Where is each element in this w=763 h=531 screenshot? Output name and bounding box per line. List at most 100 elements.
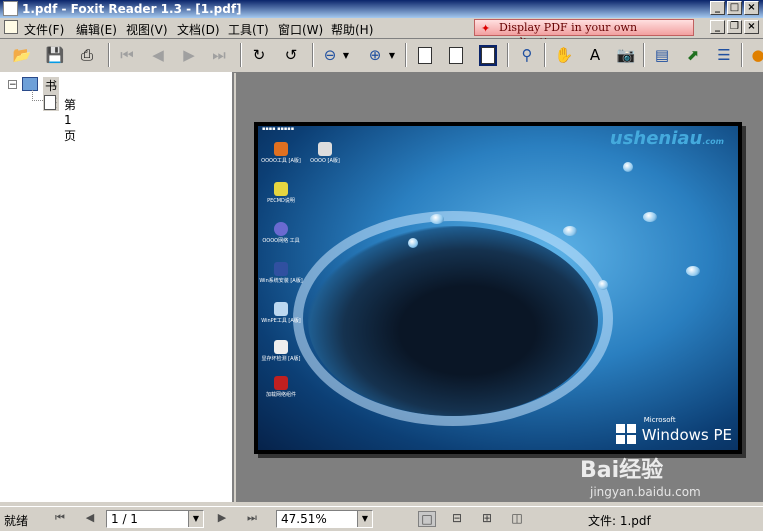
os-brand-label: Windows PE [641,426,732,444]
continuous-facing-layout-icon[interactable]: ◫ [508,511,526,527]
watermark-brand: Bai经验 [580,458,664,483]
water-drop [563,226,577,236]
toolbar: 📂 💾 ⎙ ⏮ ◀ ▶ ⏭ ↻ ↺ ⊖ ▼ ⊕ ▼ ⚲ ✋ A 📷 ▤ ⬈ ☰ … [0,39,763,73]
toolbar-separator [741,43,743,67]
desktop-icon: 加载网络组件 [258,376,304,398]
desktop-icon: OOOO工具 [A版] [258,142,304,164]
document-viewer[interactable]: ▪▪▪▪ ▪▪▪▪▪ usheniau.com OOOO工具 [A版] OOOO… [236,72,763,502]
pdf-page[interactable]: ▪▪▪▪ ▪▪▪▪▪ usheniau.com OOOO工具 [A版] OOOO… [254,122,742,454]
open-folder-icon[interactable]: 📂 [10,44,34,66]
toolbar-separator [312,43,314,67]
bookmark-item-label: 第 1 页 [64,98,77,143]
desktop-icon: OOOO [A版] [302,142,348,164]
last-page-icon[interactable]: ⏭ [207,44,231,66]
next-page-icon[interactable]: ▶ [177,44,201,66]
toolbar-separator [108,43,110,67]
fit-page-icon[interactable] [444,44,468,66]
desktop-corner-text: ▪▪▪▪ ▪▪▪▪▪ [262,126,295,132]
zoom-value: 47.51% [281,512,327,526]
print-icon[interactable]: ⎙ [75,44,99,66]
zoom-field[interactable]: 47.51% ▼ [276,510,373,528]
status-next-page-icon[interactable]: ▶ [212,511,232,527]
toolbar-separator [507,43,509,67]
document-icon[interactable] [4,20,18,34]
sun-icon[interactable]: ● [746,44,763,66]
windows-flag-icon [615,424,636,444]
water-drop [408,238,418,248]
bookmarks-panel: − 书签 第 1 页 [0,72,234,502]
close-button[interactable]: × [744,1,759,15]
page-number-value: 1 / 1 [111,512,138,526]
doc-restore-button[interactable]: ❐ [727,20,742,34]
desktop-screenshot: ▪▪▪▪ ▪▪▪▪▪ usheniau.com OOOO工具 [A版] OOOO… [258,126,738,450]
status-first-page-icon[interactable]: ⏮ [50,511,70,527]
desktop-icon: Win系统安装 [A版] [258,262,304,284]
fullscreen-icon[interactable]: ⬈ [681,44,705,66]
menu-view[interactable]: 视图(V) [126,21,168,38]
menu-file[interactable]: 文件(F) [24,21,64,38]
toolbar-separator [643,43,645,67]
page-icon [44,95,56,110]
toolbar-separator [405,43,407,67]
menu-document[interactable]: 文档(D) [177,21,220,38]
menu-window[interactable]: 窗口(W) [278,21,323,38]
actual-size-icon[interactable] [413,44,437,66]
window-title: 1.pdf - Foxit Reader 1.3 - [1.pdf] [22,2,242,16]
page-dropdown-icon[interactable]: ▼ [188,511,203,527]
water-drop [686,266,700,276]
snapshot-camera-icon[interactable]: 📷 [614,44,638,66]
zoom-in-dropdown-icon[interactable]: ▼ [386,44,398,66]
ad-banner[interactable]: ✦Display PDF in your own applications [474,19,694,49]
star-icon: ✦ [481,22,491,35]
app-icon[interactable] [3,1,18,16]
water-drop [643,212,657,222]
water-drop [623,162,633,172]
menu-help[interactable]: 帮助(H) [331,21,373,38]
zoom-dropdown-icon[interactable]: ▼ [357,511,372,527]
menu-edit[interactable]: 编辑(E) [76,21,117,38]
minimize-button[interactable]: _ [710,1,725,15]
status-last-page-icon[interactable]: ⏭ [242,511,262,527]
save-icon[interactable]: 💾 [43,44,67,66]
book-icon [22,77,38,91]
vendor-label: Microsoft [643,416,676,424]
prev-page-icon[interactable]: ◀ [146,44,170,66]
hand-tool-icon[interactable]: ✋ [552,44,576,66]
menu-tools[interactable]: 工具(T) [228,21,269,38]
zoom-out-dropdown-icon[interactable]: ▼ [340,44,352,66]
zoom-out-icon[interactable]: ⊖ [318,44,342,66]
properties-icon[interactable]: ☰ [712,44,736,66]
doc-minimize-button[interactable]: _ [710,20,725,34]
water-splash [308,226,598,416]
bookmarks-panel-icon[interactable]: ▤ [650,44,674,66]
doc-close-button[interactable]: × [744,20,759,34]
collapse-icon[interactable]: − [8,80,17,90]
site-logo: usheniau.com [609,128,724,149]
fit-width-icon[interactable] [476,44,500,66]
find-binoculars-icon[interactable]: ⚲ [515,44,539,66]
desktop-icon: WinPE工具 [A版] [258,302,304,324]
zoom-in-icon[interactable]: ⊕ [363,44,387,66]
watermark-url: jingyan.baidu.com [590,485,701,499]
page-number-field[interactable]: 1 / 1 ▼ [106,510,204,528]
status-prev-page-icon[interactable]: ◀ [80,511,100,527]
desktop-icon: OOOO网络 工具 [258,222,304,244]
desktop-icon: 显存坏检测 [A版] [258,340,304,362]
windows-pe-logo: Microsoft Windows PE [615,416,732,444]
continuous-layout-icon[interactable]: ⊟ [448,511,466,527]
rotate-right-icon[interactable]: ↻ [247,44,271,66]
title-bar: 1.pdf - Foxit Reader 1.3 - [1.pdf] _ □ × [0,0,763,18]
facing-layout-icon[interactable]: ⊞ [478,511,496,527]
toolbar-separator [240,43,242,67]
maximize-button[interactable]: □ [727,1,742,15]
file-name-label: 文件: 1.pdf [588,514,651,528]
water-drop [598,280,608,290]
single-page-layout-icon[interactable]: □ [418,511,436,527]
desktop-icon: PECMD说明 [258,182,304,204]
select-text-icon[interactable]: A [583,44,607,66]
toolbar-separator [544,43,546,67]
status-bar: 就绪 ⏮ ◀ 1 / 1 ▼ ▶ ⏭ 47.51% ▼ □ ⊟ ⊞ ◫ 文件: … [0,506,763,531]
water-drop [430,214,444,224]
first-page-icon[interactable]: ⏮ [115,44,139,66]
rotate-left-icon[interactable]: ↺ [279,44,303,66]
